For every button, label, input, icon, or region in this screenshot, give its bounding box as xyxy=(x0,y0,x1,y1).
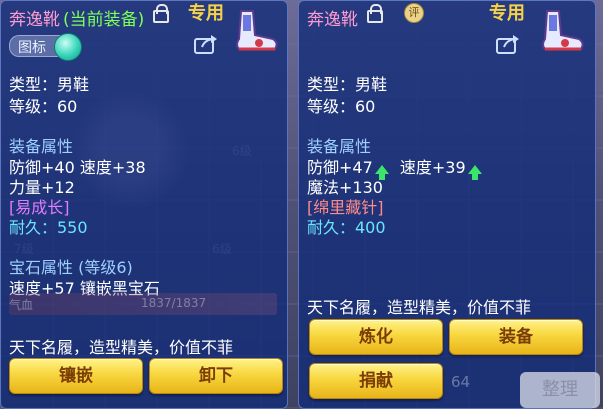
item-type: 类型：男鞋 xyxy=(9,75,90,94)
item-description: 天下名履，造型精美，价值不菲 xyxy=(307,298,532,317)
compare-item-tooltip: 奔逸靴 评 专用 类型：男鞋 等级：60 装备属性 防御+47 速度+39 魔法… xyxy=(298,0,596,409)
share-icon[interactable] xyxy=(495,33,521,55)
up-arrow-icon xyxy=(374,165,389,180)
refine-button[interactable]: 炼化 xyxy=(309,319,443,355)
boot-icon xyxy=(236,10,278,51)
equipped-item-tooltip: 奔逸靴 (当前装备) 专用 图标 类型：男鞋 等级：60 装备属性 防御+40 … xyxy=(0,0,288,409)
inlay-button[interactable]: 镶嵌 xyxy=(9,358,143,394)
icon-toggle-label: 图标 xyxy=(18,40,46,56)
toggle-knob[interactable] xyxy=(54,33,82,61)
exclusive-label: 专用 xyxy=(489,3,525,24)
hp-value: 1837/1837 xyxy=(141,296,207,310)
bg-count: 64 xyxy=(451,373,471,391)
durability: 耐久：550 xyxy=(9,218,88,237)
sort-button[interactable]: 整理 xyxy=(520,372,600,408)
item-description: 天下名履，造型精美，价值不菲 xyxy=(9,338,234,357)
lock-icon[interactable] xyxy=(367,4,383,23)
up-arrow-icon xyxy=(467,165,482,180)
item-level: 等级：60 xyxy=(9,97,78,116)
speed-stat: 速度+39 xyxy=(399,158,466,177)
rating-badge-icon[interactable]: 评 xyxy=(404,3,424,23)
item-name: 奔逸靴 xyxy=(9,10,60,30)
remove-button[interactable]: 卸下 xyxy=(149,358,283,394)
item-level: 等级：60 xyxy=(307,97,376,116)
donate-button[interactable]: 捐献 xyxy=(309,363,443,399)
equipped-tag: (当前装备) xyxy=(63,10,145,30)
item-name: 奔逸靴 xyxy=(307,10,358,30)
durability: 耐久：400 xyxy=(307,218,386,237)
equip-button[interactable]: 装备 xyxy=(449,319,583,355)
lock-icon[interactable] xyxy=(153,4,169,23)
share-icon[interactable] xyxy=(193,33,219,55)
item-type: 类型：男鞋 xyxy=(307,75,388,94)
icon-toggle[interactable]: 图标 xyxy=(9,33,82,61)
boot-icon xyxy=(542,10,584,51)
hp-label: 气血 xyxy=(9,298,34,312)
exclusive-label: 专用 xyxy=(188,3,224,24)
